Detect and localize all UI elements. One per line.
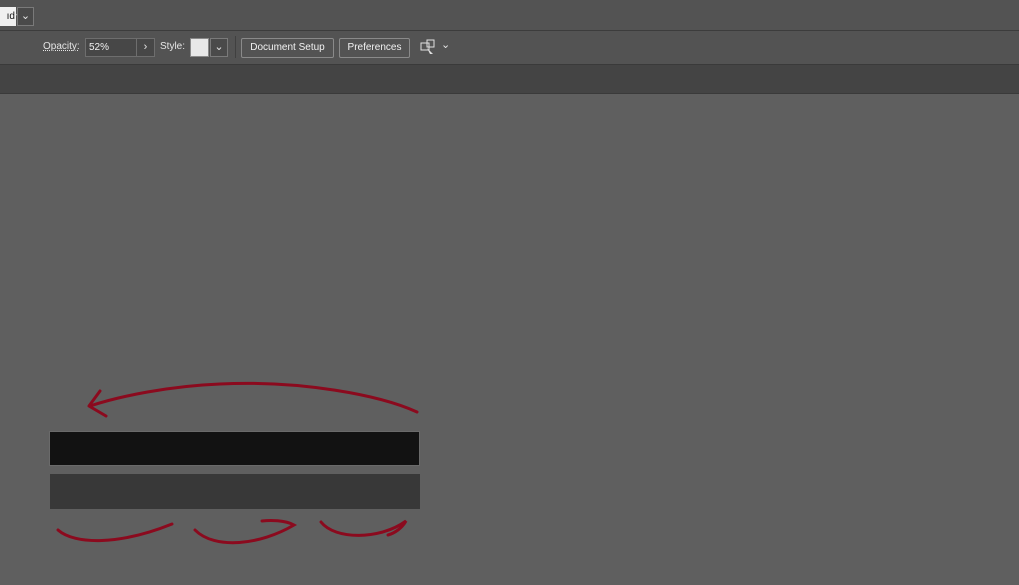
graphic-style-swatch[interactable] [190, 38, 209, 57]
artboard-canvas[interactable] [0, 94, 1019, 585]
blend-mode-value[interactable]: ıd [0, 7, 16, 26]
toolbar-divider [235, 36, 236, 58]
chevron-down-icon[interactable]: ⌄ [210, 38, 228, 57]
chevron-down-icon[interactable]: ⌄ [441, 38, 450, 51]
opacity-field[interactable]: 52% › [85, 38, 155, 57]
chevron-down-icon[interactable]: ⌄ [17, 7, 34, 26]
opacity-input[interactable]: 52% [89, 39, 109, 56]
blend-mode-select[interactable]: ıd ⌄ [0, 7, 35, 26]
gray-rectangle[interactable] [50, 474, 420, 509]
preferences-button[interactable]: Preferences [339, 38, 410, 58]
arrange-documents-icon[interactable] [420, 39, 436, 55]
opacity-label[interactable]: Opacity: [43, 41, 80, 52]
document-tab-bar [0, 65, 1019, 94]
chevron-right-icon[interactable]: › [136, 39, 154, 56]
style-label: Style: [160, 41, 186, 52]
application-bar: ⌵ [0, 0, 1019, 31]
document-setup-button[interactable]: Document Setup [241, 38, 334, 58]
dark-rectangle[interactable] [49, 431, 420, 466]
